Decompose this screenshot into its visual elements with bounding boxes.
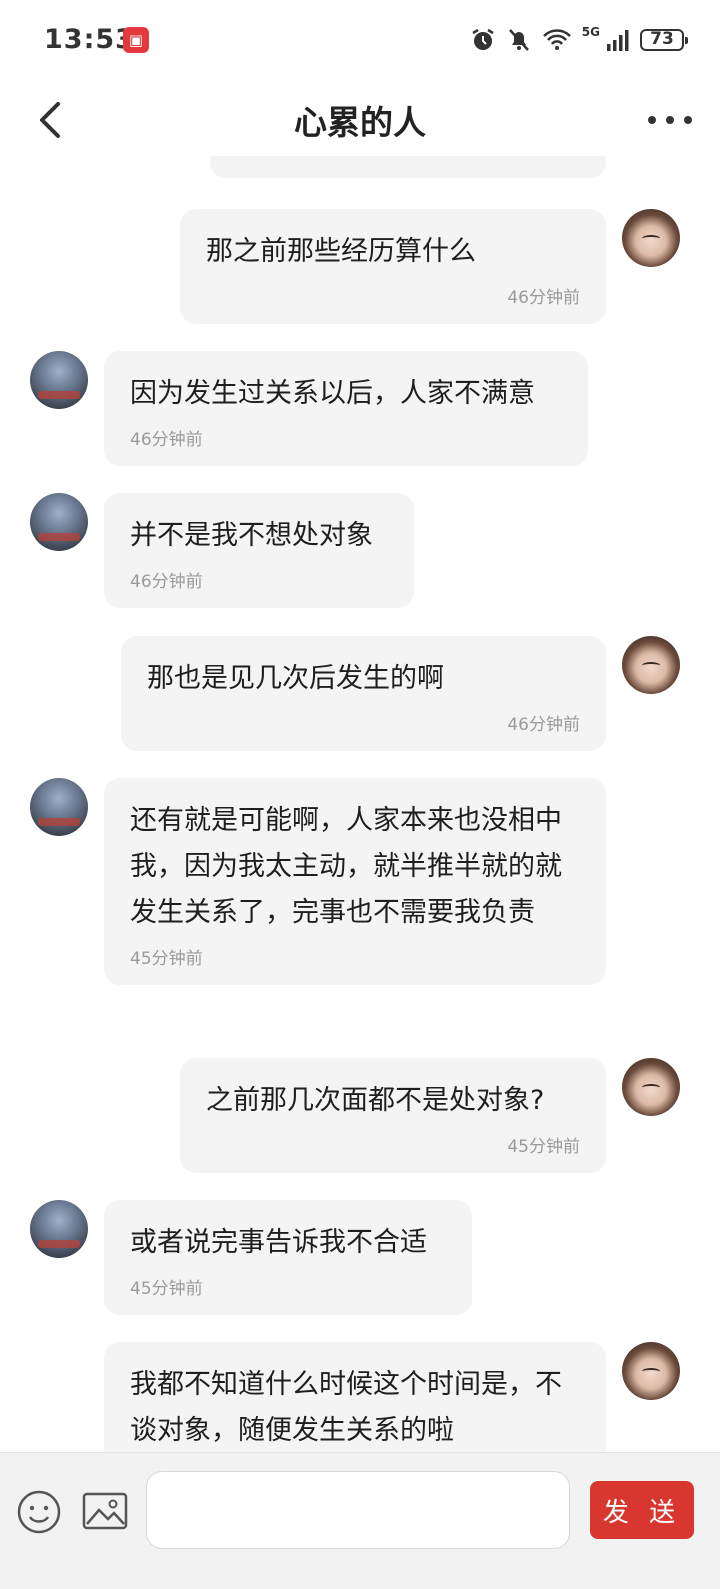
image-button[interactable] (82, 1491, 128, 1531)
message-text: 那之前那些经历算什么 (206, 236, 476, 267)
status-icons: 5G 73 (470, 22, 688, 58)
image-icon (82, 1492, 128, 1530)
message-time: 45分钟前 (507, 1137, 580, 1157)
input-bar: 发 送 (0, 1452, 720, 1589)
contact-avatar[interactable] (30, 351, 88, 409)
message-bubble-partial (210, 156, 606, 178)
status-bar: 13:53 ▣ 5G 73 (0, 0, 720, 84)
send-button[interactable]: 发 送 (590, 1481, 694, 1539)
message-text: 或者说完事告诉我不合适 (130, 1227, 427, 1258)
message-bubble[interactable]: 还有就是可能啊，人家本来也没相中我，因为我太主动，就半推半就的就发生关系了，完事… (104, 778, 606, 985)
message-text: 并不是我不想处对象 (130, 520, 373, 551)
message-text: 我都不知道什么时候这个时间是，不谈对象，随便发生关系的啦 (130, 1369, 562, 1446)
self-avatar[interactable] (622, 1058, 680, 1116)
message-bubble[interactable]: 那之前那些经历算什么 46分钟前 (180, 209, 606, 324)
signal-icon (607, 30, 629, 51)
alarm-icon (472, 28, 494, 50)
message-time: 46分钟前 (507, 715, 580, 735)
self-avatar[interactable] (622, 209, 680, 267)
message-time: 46分钟前 (507, 288, 580, 308)
contact-avatar[interactable] (30, 778, 88, 836)
battery-icon: 73 (640, 29, 688, 51)
message-bubble[interactable]: 因为发生过关系以后，人家不满意 46分钟前 (104, 351, 588, 466)
message-bubble[interactable]: 我都不知道什么时候这个时间是，不谈对象，随便发生关系的啦 (104, 1342, 606, 1452)
battery-level: 73 (650, 29, 674, 49)
status-time: 13:53 (44, 24, 135, 55)
contact-avatar[interactable] (30, 493, 88, 551)
calendar-icon: ▣ (123, 27, 149, 53)
more-dots-icon (648, 116, 656, 124)
message-text: 之前那几次面都不是处对象? (206, 1085, 545, 1116)
chat-header: 心累的人 (0, 84, 720, 156)
message-time: 45分钟前 (130, 1279, 203, 1299)
message-bubble[interactable]: 那也是见几次后发生的啊 46分钟前 (121, 636, 606, 751)
message-time: 46分钟前 (130, 430, 203, 450)
chat-area[interactable]: 那之前那些经历算什么 46分钟前 因为发生过关系以后，人家不满意 46分钟前 并… (0, 156, 720, 1452)
message-text: 因为发生过关系以后，人家不满意 (130, 378, 535, 409)
contact-avatar[interactable] (30, 1200, 88, 1258)
message-input[interactable] (146, 1471, 570, 1549)
wifi-icon (542, 29, 571, 50)
more-button[interactable] (648, 102, 692, 138)
message-text: 那也是见几次后发生的啊 (147, 663, 444, 694)
message-text: 还有就是可能啊，人家本来也没相中我，因为我太主动，就半推半就的就发生关系了，完事… (130, 805, 562, 928)
message-bubble[interactable]: 或者说完事告诉我不合适 45分钟前 (104, 1200, 472, 1315)
message-bubble[interactable]: 之前那几次面都不是处对象? 45分钟前 (180, 1058, 606, 1173)
chat-title: 心累的人 (294, 103, 426, 142)
message-bubble[interactable]: 并不是我不想处对象 46分钟前 (104, 493, 414, 608)
self-avatar[interactable] (622, 1342, 680, 1400)
message-time: 46分钟前 (130, 572, 203, 592)
mute-bell-icon (508, 29, 529, 51)
emoji-icon (17, 1490, 61, 1534)
self-avatar[interactable] (622, 636, 680, 694)
message-time: 45分钟前 (130, 949, 203, 969)
emoji-button[interactable] (16, 1489, 62, 1535)
battery-tip (685, 37, 688, 44)
network-label: 5G (581, 25, 600, 39)
